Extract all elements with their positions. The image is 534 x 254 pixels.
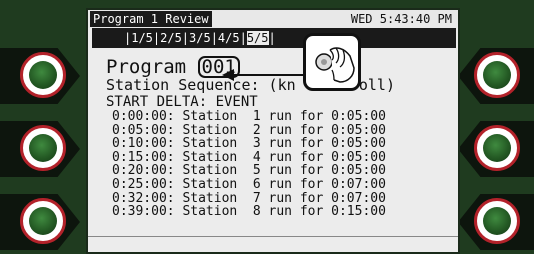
- softkey-cap: [483, 134, 511, 162]
- softkey-cap: [29, 207, 57, 235]
- screen-title: Program 1 Review: [90, 11, 212, 27]
- right-softkey-3[interactable]: [458, 194, 534, 250]
- softkey-cap: [29, 61, 57, 89]
- schedule-row: 0:05:00: Station 2 run for 0:05:00: [112, 122, 386, 138]
- softkey-ring: [20, 52, 66, 98]
- page-tabs: |1/5|2/5|3/5|4/5|5/5|: [124, 30, 276, 46]
- softkey-ring: [474, 198, 520, 244]
- right-softkey-2[interactable]: [458, 121, 534, 177]
- page-tab-bar: |1/5|2/5|3/5|4/5|5/5|: [92, 28, 456, 48]
- program-line: Program 001: [106, 56, 240, 78]
- arrow-left-icon: [222, 69, 304, 81]
- tab-separator: |: [268, 31, 276, 45]
- bottom-divider: [88, 236, 458, 237]
- softkey-cap: [483, 61, 511, 89]
- softkey-ring: [20, 125, 66, 171]
- schedule-row: 0:25:00: Station 6 run for 0:07:00: [112, 176, 386, 192]
- program-label: Program: [106, 56, 198, 78]
- left-softkey-2[interactable]: [0, 121, 80, 177]
- right-softkey-1[interactable]: [458, 48, 534, 104]
- softkey-ring: [474, 125, 520, 171]
- schedule-row: 0:10:00: Station 3 run for 0:05:00: [112, 136, 386, 152]
- tab-page-5-active[interactable]: 5/5: [246, 31, 269, 45]
- schedule-row: 0:20:00: Station 5 run for 0:05:00: [112, 163, 386, 179]
- left-softkey-3[interactable]: [0, 194, 80, 250]
- tab-pages-1-4[interactable]: |1/5|2/5|3/5|4/5|: [124, 31, 247, 45]
- left-softkey-1[interactable]: [0, 48, 80, 104]
- start-delta-label: START DELTA: EVENT: [106, 94, 258, 110]
- schedule-row: 0:15:00: Station 4 run for 0:05:00: [112, 149, 386, 165]
- hand-turning-knob-icon: [303, 33, 361, 91]
- softkey-cap: [483, 207, 511, 235]
- schedule-row: 0:39:00: Station 8 run for 0:15:00: [112, 204, 386, 220]
- station-schedule-list: 0:00:00: Station 1 run for 0:05:00 0:05:…: [112, 110, 386, 219]
- softkey-cap: [29, 134, 57, 162]
- title-bar: Program 1 Review WED 5:43:40 PM: [88, 10, 458, 28]
- schedule-row: 0:32:00: Station 7 run for 0:07:00: [112, 190, 386, 206]
- lcd-screen: Program 1 Review WED 5:43:40 PM |1/5|2/5…: [86, 8, 460, 254]
- clock-readout: WED 5:43:40 PM: [350, 12, 452, 26]
- softkey-ring: [474, 52, 520, 98]
- schedule-row: 0:00:00: Station 1 run for 0:05:00: [112, 109, 386, 124]
- softkey-ring: [20, 198, 66, 244]
- knob-hand-graphic: [315, 47, 355, 83]
